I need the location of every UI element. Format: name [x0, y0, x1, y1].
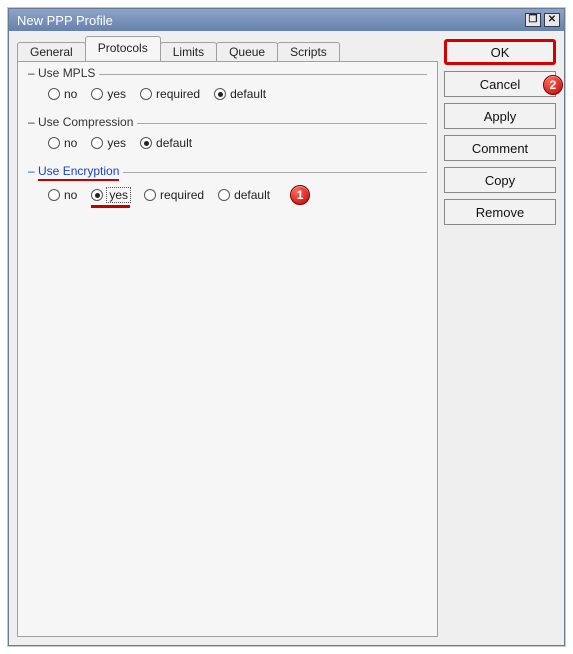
compression-radios: no yes default [38, 136, 417, 150]
mpls-required[interactable]: required [140, 87, 200, 101]
tab-limits[interactable]: Limits [160, 42, 217, 61]
restore-icon[interactable]: ❐ [525, 13, 541, 27]
copy-button[interactable]: Copy [444, 167, 556, 193]
compression-default[interactable]: default [140, 136, 192, 150]
group-use-mpls: – Use MPLS no yes required default [28, 74, 427, 111]
tab-queue[interactable]: Queue [216, 42, 278, 61]
compression-no[interactable]: no [48, 136, 77, 150]
group-use-compression: – Use Compression no yes default [28, 123, 427, 160]
group-use-encryption: – Use Encryption no yes required default… [28, 172, 427, 215]
ok-button[interactable]: OK [444, 39, 556, 65]
encryption-radios: no yes required default 1 [38, 185, 417, 205]
callout-2: 2 [543, 75, 563, 95]
legend-use-mpls: – Use MPLS [24, 66, 99, 80]
encryption-required[interactable]: required [144, 188, 204, 202]
mpls-no[interactable]: no [48, 87, 77, 101]
tab-general[interactable]: General [17, 42, 86, 61]
window-content: General Protocols Limits Queue Scripts –… [9, 31, 564, 645]
comment-button[interactable]: Comment [444, 135, 556, 161]
close-icon[interactable]: ✕ [544, 13, 560, 27]
button-column: OK Cancel 2 Apply Comment Copy Remove [444, 39, 556, 225]
encryption-default[interactable]: default [218, 188, 270, 202]
mpls-default[interactable]: default [214, 87, 266, 101]
protocols-panel: – Use MPLS no yes required default – Use… [17, 61, 438, 637]
cancel-button[interactable]: Cancel 2 [444, 71, 556, 97]
legend-use-encryption: – Use Encryption [24, 164, 123, 178]
titlebar: New PPP Profile ❐ ✕ [9, 9, 564, 31]
tab-scripts[interactable]: Scripts [277, 42, 340, 61]
tab-protocols[interactable]: Protocols [85, 36, 161, 59]
callout-1: 1 [290, 185, 310, 205]
encryption-yes[interactable]: yes [91, 188, 130, 202]
remove-button[interactable]: Remove [444, 199, 556, 225]
encryption-no[interactable]: no [48, 188, 77, 202]
window-title: New PPP Profile [17, 13, 522, 28]
mpls-radios: no yes required default [38, 87, 417, 101]
apply-button[interactable]: Apply [444, 103, 556, 129]
legend-use-compression: – Use Compression [24, 115, 137, 129]
ppp-profile-window: New PPP Profile ❐ ✕ General Protocols Li… [8, 8, 565, 646]
mpls-yes[interactable]: yes [91, 87, 126, 101]
highlight-underline [91, 205, 130, 208]
compression-yes[interactable]: yes [91, 136, 126, 150]
